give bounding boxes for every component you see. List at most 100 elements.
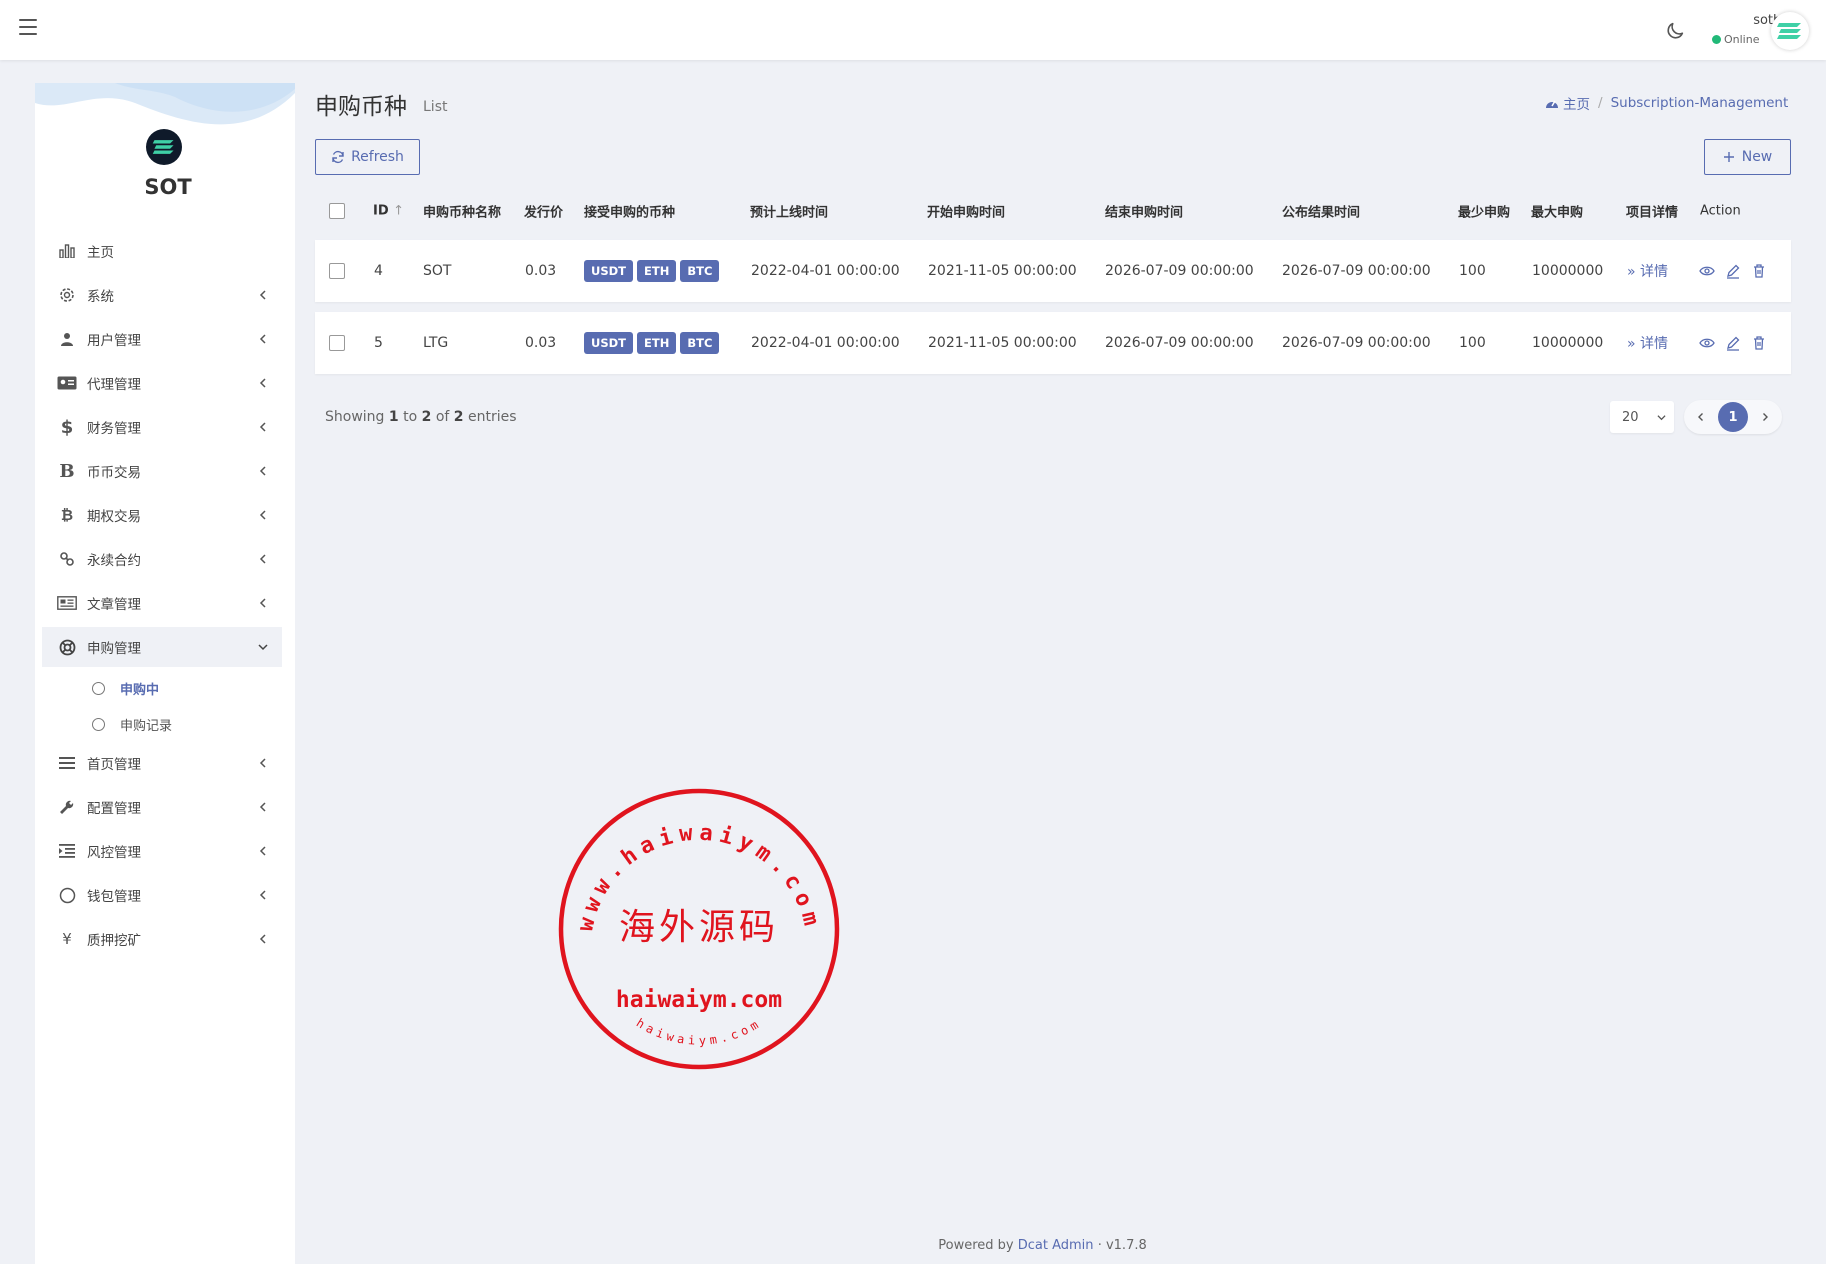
- row-checkbox[interactable]: [329, 263, 345, 279]
- sidebar-item-config[interactable]: 配置管理: [42, 787, 282, 827]
- coin-badge: ETH: [637, 332, 677, 354]
- sidebar-item-finance[interactable]: $ 财务管理: [42, 407, 282, 447]
- sidebar-item-subscription[interactable]: 申购管理: [42, 627, 282, 667]
- select-all-checkbox[interactable]: [329, 203, 345, 219]
- edit-pencil-icon[interactable]: [1725, 335, 1741, 351]
- edit-pencil-icon[interactable]: [1725, 263, 1741, 279]
- sidebar: SOT 主页 系统 用户管理 代理管理 $ 财务管理 B 币币交易 ₿ 期权交易…: [35, 83, 295, 1264]
- breadcrumb-separator: /: [1598, 95, 1603, 111]
- delete-trash-icon[interactable]: [1751, 263, 1767, 279]
- summary-text: of: [435, 409, 450, 425]
- lifebuoy-icon: [57, 637, 77, 657]
- chevron-left-icon: [259, 802, 266, 812]
- refresh-label: Refresh: [351, 149, 404, 165]
- prev-page-button[interactable]: [1686, 402, 1716, 432]
- column-header-label: ID: [373, 203, 389, 219]
- new-button[interactable]: New: [1704, 139, 1791, 175]
- sidebar-item-label: 文章管理: [87, 597, 141, 613]
- coin-badge: USDT: [584, 260, 634, 282]
- delete-trash-icon[interactable]: [1751, 335, 1767, 351]
- avatar[interactable]: [1771, 12, 1809, 50]
- next-page-button[interactable]: [1750, 402, 1780, 432]
- bar-chart-icon: [57, 241, 77, 261]
- wrench-icon: [57, 797, 77, 817]
- sidebar-item-options-trade[interactable]: ₿ 期权交易: [42, 495, 282, 535]
- dashboard-icon: [1546, 100, 1558, 108]
- column-header: 开始申购时间: [927, 205, 1006, 221]
- svg-text:haiwaiym.com: haiwaiym.com: [634, 1016, 764, 1048]
- view-eye-icon[interactable]: [1699, 263, 1715, 279]
- sidebar-subitem-label: 申购记录: [120, 718, 173, 734]
- cell-price: 0.03: [525, 335, 557, 351]
- entries-summary: Showing 1 to 2 of 2 entries: [325, 409, 517, 425]
- sidebar-decoration: [35, 83, 295, 125]
- footer-link[interactable]: Dcat Admin: [1018, 1238, 1094, 1253]
- new-label: New: [1741, 149, 1773, 165]
- table-row[interactable]: 4 SOT 0.03 USDT ETH BTC 2022-04-01 00:00…: [315, 240, 1791, 302]
- sidebar-item-staking[interactable]: ¥ 质押挖矿: [42, 919, 282, 959]
- newspaper-icon: [57, 593, 77, 613]
- sidebar-item-users[interactable]: 用户管理: [42, 319, 282, 359]
- top-navbar: sotbit Online: [0, 0, 1826, 60]
- chevron-left-icon: [259, 846, 266, 856]
- column-header: 最大申购: [1531, 205, 1584, 221]
- sidebar-item-agents[interactable]: 代理管理: [42, 363, 282, 403]
- summary-total: 2: [453, 409, 464, 425]
- stamp-center-text: 海外源码: [619, 907, 779, 948]
- user-status-label: Online: [1724, 33, 1760, 46]
- sidebar-subitem-subscribing[interactable]: 申购中: [92, 673, 159, 703]
- chevron-left-icon: [259, 290, 266, 300]
- sidebar-subitem-records[interactable]: 申购记录: [92, 709, 172, 739]
- refresh-button[interactable]: Refresh: [315, 139, 420, 175]
- menu-toggle-icon[interactable]: [19, 19, 37, 35]
- brand-name: SOT: [144, 175, 192, 199]
- chevron-left-icon: [259, 378, 266, 388]
- column-header: 接受申购的币种: [584, 205, 676, 221]
- sort-arrow-icon[interactable]: ↑: [393, 204, 404, 219]
- footer-dot: ·: [1097, 1238, 1102, 1253]
- sidebar-item-label: 主页: [87, 245, 114, 261]
- footer: Powered by Dcat Admin · v1.7.8: [0, 1238, 1826, 1253]
- breadcrumb-current: Subscription-Management: [1610, 95, 1789, 111]
- view-eye-icon[interactable]: [1699, 335, 1715, 351]
- column-header[interactable]: ID ↑: [373, 204, 404, 219]
- sidebar-item-perpetual[interactable]: 永续合约: [42, 539, 282, 579]
- id-card-icon: [57, 373, 77, 393]
- sidebar-item-spot-trade[interactable]: B 币币交易: [42, 451, 282, 491]
- detail-link[interactable]: » 详情: [1627, 261, 1668, 281]
- cell-online-time: 2022-04-01 00:00:00: [751, 335, 900, 351]
- cell-start-time: 2021-11-05 00:00:00: [928, 263, 1077, 279]
- gear-icon: [57, 285, 77, 305]
- row-checkbox[interactable]: [329, 335, 345, 351]
- per-page-value: 20: [1622, 409, 1639, 425]
- detail-link[interactable]: » 详情: [1627, 333, 1668, 353]
- sidebar-item-label: 代理管理: [87, 377, 141, 393]
- sidebar-item-homepage[interactable]: 首页管理: [42, 743, 282, 783]
- summary-text: to: [403, 409, 418, 425]
- sidebar-item-home[interactable]: 主页: [42, 231, 282, 271]
- sidebar-item-wallet[interactable]: 钱包管理: [42, 875, 282, 915]
- user-status: Online: [1712, 33, 1759, 46]
- sidebar-item-risk[interactable]: 风控管理: [42, 831, 282, 871]
- chevron-left-icon: [259, 554, 266, 564]
- sidebar-item-articles[interactable]: 文章管理: [42, 583, 282, 623]
- cell-end-time: 2026-07-09 00:00:00: [1105, 335, 1254, 351]
- cell-result-time: 2026-07-09 00:00:00: [1282, 335, 1431, 351]
- link-icon: [57, 549, 77, 569]
- page-title: 申购币种: [315, 94, 407, 120]
- sidebar-item-label: 用户管理: [87, 333, 141, 349]
- pagination: 1: [1684, 400, 1782, 434]
- online-dot-icon: [1712, 35, 1721, 44]
- per-page-select[interactable]: 20: [1610, 401, 1674, 433]
- sidebar-item-system[interactable]: 系统: [42, 275, 282, 315]
- cell-id: 5: [374, 335, 383, 351]
- page-button[interactable]: 1: [1718, 402, 1748, 432]
- summary-text: entries: [467, 409, 517, 425]
- cell-name: LTG: [423, 335, 449, 351]
- column-header: 结束申购时间: [1105, 205, 1184, 221]
- breadcrumb-home[interactable]: 主页: [1563, 93, 1590, 113]
- refresh-icon: [332, 150, 344, 164]
- indent-icon: [57, 841, 77, 861]
- table-row[interactable]: 5 LTG 0.03 USDT ETH BTC 2022-04-01 00:00…: [315, 312, 1791, 374]
- breadcrumb: 主页 / Subscription-Management: [1545, 93, 1788, 113]
